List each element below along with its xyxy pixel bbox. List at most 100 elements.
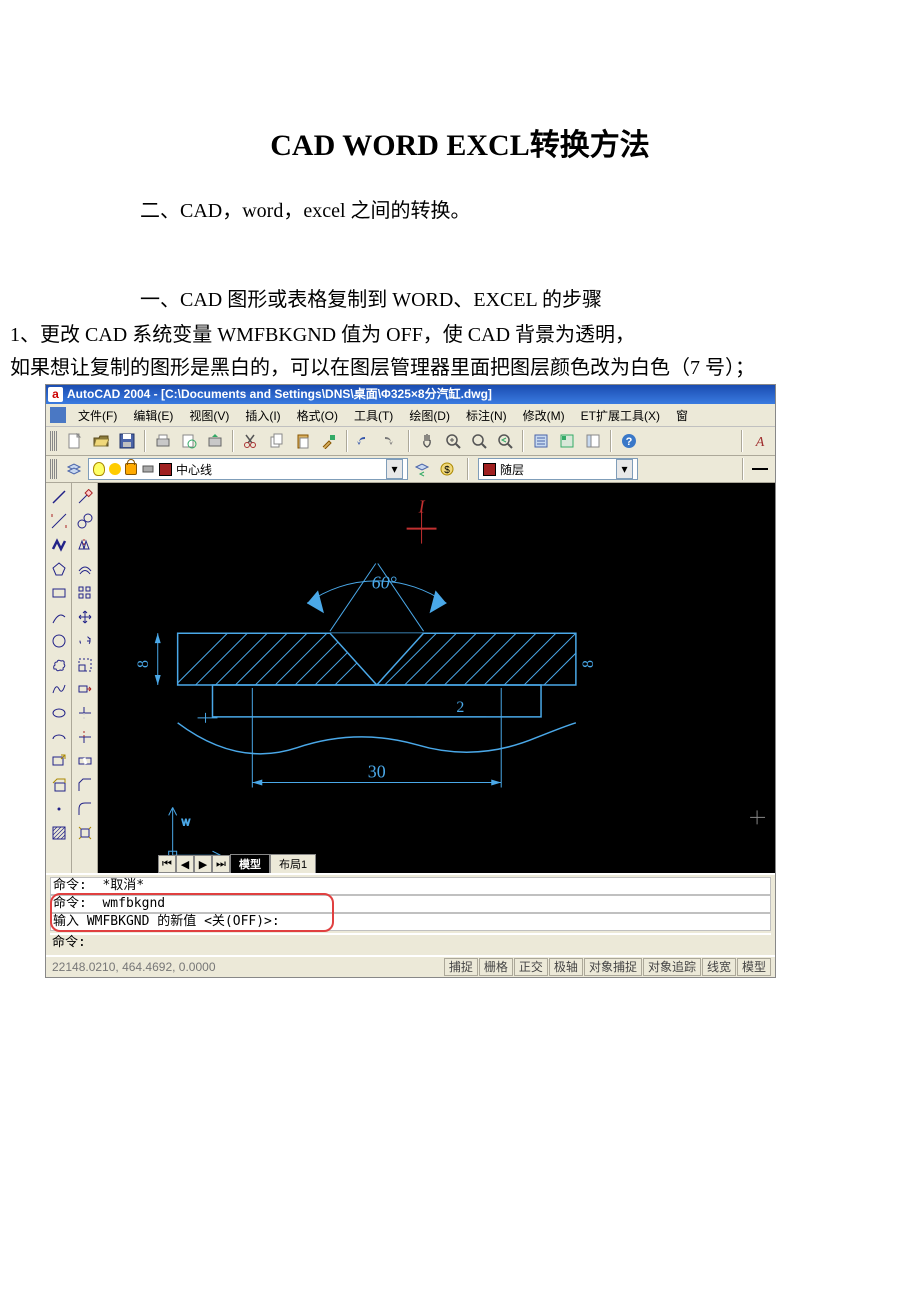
- pline-icon[interactable]: [49, 535, 69, 555]
- command-area[interactable]: 命令: *取消* 命令: wmfbkgnd 输入 WMFBKGND 的新值 <关…: [46, 873, 775, 955]
- menu-format[interactable]: 格式(O): [289, 405, 346, 426]
- grid-toggle[interactable]: 栅格: [479, 958, 513, 976]
- erase-icon[interactable]: [75, 487, 95, 507]
- spline-icon[interactable]: [49, 679, 69, 699]
- byline-icon[interactable]: [749, 458, 771, 480]
- paste-icon[interactable]: [292, 430, 314, 452]
- tab-next-icon[interactable]: ▶: [194, 855, 212, 873]
- tab-first-icon[interactable]: ⏮: [158, 855, 176, 873]
- scale-icon[interactable]: [75, 655, 95, 675]
- polar-toggle[interactable]: 极轴: [549, 958, 583, 976]
- ellipse-icon[interactable]: [49, 703, 69, 723]
- color-dropdown[interactable]: 随层 ▾: [478, 458, 638, 480]
- extend-icon[interactable]: [75, 727, 95, 747]
- otrack-toggle[interactable]: 对象追踪: [643, 958, 701, 976]
- model-toggle[interactable]: 模型: [737, 958, 771, 976]
- break-icon[interactable]: [75, 751, 95, 771]
- menu-modify[interactable]: 修改(M): [515, 405, 573, 426]
- menu-edit[interactable]: 编辑(E): [125, 405, 181, 426]
- tab-last-icon[interactable]: ⏭: [212, 855, 230, 873]
- copy-icon[interactable]: [266, 430, 288, 452]
- preview-icon[interactable]: [178, 430, 200, 452]
- properties-icon[interactable]: [530, 430, 552, 452]
- drawing-svg: I 60°: [98, 483, 775, 873]
- drawing-canvas[interactable]: I 60°: [98, 483, 775, 873]
- svg-text:W: W: [182, 817, 191, 827]
- new-icon[interactable]: [64, 430, 86, 452]
- arc-icon[interactable]: [49, 607, 69, 627]
- lweight-toggle[interactable]: 线宽: [702, 958, 736, 976]
- draw-toolbar: [46, 483, 72, 873]
- tab-prev-icon[interactable]: ◀: [176, 855, 194, 873]
- tab-layout1[interactable]: 布局1: [270, 854, 316, 874]
- osnap-toggle[interactable]: 对象捕捉: [584, 958, 642, 976]
- color-swatch: [483, 463, 496, 476]
- copy-obj-icon[interactable]: [75, 511, 95, 531]
- chevron-down-icon[interactable]: ▾: [386, 459, 403, 479]
- cut-icon[interactable]: [240, 430, 262, 452]
- menu-et[interactable]: ET扩展工具(X): [573, 405, 668, 426]
- rotate-icon[interactable]: [75, 631, 95, 651]
- toolbar-grip[interactable]: [50, 459, 58, 479]
- doc-line2: 如果想让复制的图形是黑白的，可以在图层管理器里面把图层颜色改为白色（7 号）；: [10, 351, 870, 380]
- layer-previous-icon[interactable]: [411, 458, 433, 480]
- tab-model[interactable]: 模型: [230, 854, 270, 874]
- toolbar-grip[interactable]: [50, 431, 58, 451]
- layer-states-icon[interactable]: $: [436, 458, 458, 480]
- fillet-icon[interactable]: [75, 799, 95, 819]
- stretch-icon[interactable]: [75, 679, 95, 699]
- explode-icon[interactable]: [75, 823, 95, 843]
- move-icon[interactable]: [75, 607, 95, 627]
- toolpalette-icon[interactable]: [582, 430, 604, 452]
- chamfer-icon[interactable]: [75, 775, 95, 795]
- chevron-down-icon[interactable]: ▾: [616, 459, 633, 479]
- layer-dropdown[interactable]: 中心线 ▾: [88, 458, 408, 480]
- print-icon[interactable]: [152, 430, 174, 452]
- dcenter-icon[interactable]: [556, 430, 578, 452]
- xline-icon[interactable]: [49, 511, 69, 531]
- rect-icon[interactable]: [49, 583, 69, 603]
- menu-view[interactable]: 视图(V): [181, 405, 237, 426]
- matchprop-icon[interactable]: [318, 430, 340, 452]
- window-title: AutoCAD 2004 - [C:\Documents and Setting…: [67, 385, 492, 404]
- zoom-prev-icon[interactable]: [494, 430, 516, 452]
- doc-intro: 二、CAD，word，excel 之间的转换。: [140, 194, 870, 223]
- menu-dim[interactable]: 标注(N): [458, 405, 515, 426]
- polygon-icon[interactable]: [49, 559, 69, 579]
- insert-icon[interactable]: [49, 751, 69, 771]
- point-icon[interactable]: [49, 799, 69, 819]
- svg-text:8: 8: [580, 660, 597, 668]
- hatch-icon[interactable]: [49, 823, 69, 843]
- menu-window[interactable]: 窗: [668, 405, 696, 426]
- trim-icon[interactable]: [75, 703, 95, 723]
- make-block-icon[interactable]: [49, 775, 69, 795]
- layer-name: 中心线: [176, 461, 212, 478]
- menu-tools[interactable]: 工具(T): [346, 405, 401, 426]
- layer-color-swatch: [159, 463, 172, 476]
- zoom-realtime-icon[interactable]: [442, 430, 464, 452]
- menu-file[interactable]: 文件(F): [70, 405, 125, 426]
- menu-draw[interactable]: 绘图(D): [401, 405, 458, 426]
- menu-insert[interactable]: 插入(I): [237, 405, 288, 426]
- snap-toggle[interactable]: 捕捉: [444, 958, 478, 976]
- publish-icon[interactable]: [204, 430, 226, 452]
- mirror-icon[interactable]: [75, 535, 95, 555]
- array-icon[interactable]: [75, 583, 95, 603]
- circle-icon[interactable]: [49, 631, 69, 651]
- layer-manager-icon[interactable]: [63, 458, 85, 480]
- undo-icon[interactable]: [354, 430, 376, 452]
- line-icon[interactable]: [49, 487, 69, 507]
- offset-icon[interactable]: [75, 559, 95, 579]
- revcloud-icon[interactable]: [49, 655, 69, 675]
- save-icon[interactable]: [116, 430, 138, 452]
- pan-icon[interactable]: [416, 430, 438, 452]
- cmd-prompt[interactable]: 命令:: [50, 933, 771, 951]
- open-icon[interactable]: [90, 430, 112, 452]
- ortho-toggle[interactable]: 正交: [514, 958, 548, 976]
- titlebar[interactable]: a AutoCAD 2004 - [C:\Documents and Setti…: [46, 385, 775, 404]
- zoom-window-icon[interactable]: [468, 430, 490, 452]
- textstyle-a-icon[interactable]: A: [749, 430, 771, 452]
- help-icon[interactable]: ?: [618, 430, 640, 452]
- ellipsearc-icon[interactable]: [49, 727, 69, 747]
- redo-icon[interactable]: [380, 430, 402, 452]
